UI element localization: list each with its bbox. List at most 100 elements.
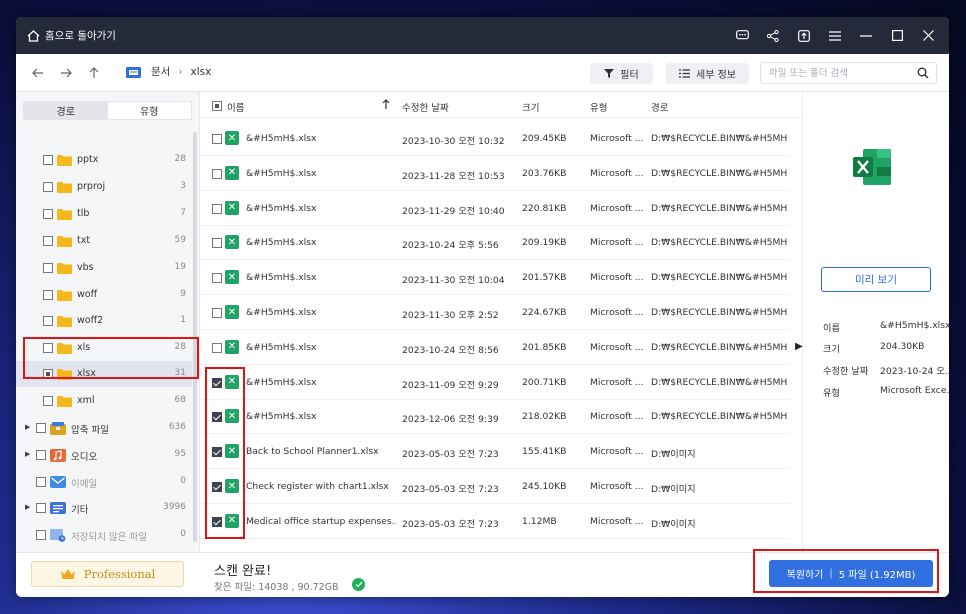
checkbox[interactable]: [43, 316, 53, 326]
table-row[interactable]: ✕ &#H5mH$.xlsx 2023-11-30 오후 2:52 224.67KB M…: [200, 295, 790, 330]
table-row[interactable]: ✕ &#H5mH$.xlsx 2023-10-30 오전 10:32 209.45KB…: [200, 121, 790, 156]
column-header-type[interactable]: 유형: [590, 100, 607, 114]
row-size: 209.19KB: [522, 237, 567, 249]
checkbox[interactable]: [43, 209, 53, 219]
row-checkbox[interactable]: [212, 482, 222, 492]
row-name: Medical office startup expenses...: [246, 515, 396, 527]
sidebar-item-prproj[interactable]: prproj 3: [16, 174, 192, 200]
sort-ascending-icon[interactable]: [382, 99, 390, 112]
collapse-panel-arrow-icon[interactable]: ▶: [795, 341, 803, 352]
professional-upgrade-button[interactable]: Professional: [31, 561, 184, 587]
search-icon[interactable]: [917, 67, 929, 79]
expand-arrow-icon[interactable]: ▶: [25, 450, 30, 458]
row-name: &#H5mH$.xlsx: [246, 237, 317, 249]
preview-button[interactable]: 미리 보기: [821, 267, 931, 292]
breadcrumb-item-xlsx[interactable]: xlsx: [191, 66, 212, 78]
row-checkbox[interactable]: [212, 516, 222, 527]
sidebar-item-unsaved[interactable]: 저장되지 않은 파일 0: [16, 522, 192, 548]
expand-arrow-icon[interactable]: ▶: [25, 503, 30, 511]
sidebar-item-pptx[interactable]: pptx 28: [16, 147, 192, 173]
column-header-name[interactable]: 이름: [227, 100, 244, 114]
table-row[interactable]: ✕ &#H5mH$.xlsx 2023-11-28 오전 10:53 203.76KB…: [200, 156, 790, 191]
menu-icon[interactable]: [828, 29, 842, 43]
column-header-size[interactable]: 크기: [522, 100, 539, 114]
row-checkbox[interactable]: [212, 377, 222, 388]
upload-icon[interactable]: [797, 29, 811, 43]
column-header-path[interactable]: 경로: [651, 100, 668, 114]
column-header-date[interactable]: 수정한 날짜: [402, 100, 449, 114]
sidebar-item-archive[interactable]: ▶ 압축 파일 636: [16, 415, 192, 441]
table-row[interactable]: ✕ &#H5mH$.xlsx 2023-10-24 오전 8:56 201.85KB M…: [200, 330, 790, 365]
minimize-icon[interactable]: [859, 29, 873, 43]
sidebar-view-toggle: 경로 유형: [23, 101, 192, 120]
sidebar-item-email[interactable]: 이메일 0: [16, 469, 192, 495]
checkbox[interactable]: [36, 503, 46, 513]
folder-icon: [57, 369, 72, 380]
checkbox[interactable]: [43, 236, 53, 246]
breadcrumb-separator: ›: [178, 65, 183, 78]
sidebar-item-woff2[interactable]: woff2 1: [16, 308, 192, 334]
row-checkbox[interactable]: [212, 412, 222, 423]
row-checkbox[interactable]: [212, 308, 222, 318]
details-button[interactable]: 세부 정보: [666, 63, 749, 84]
share-icon[interactable]: [766, 29, 780, 43]
sidebar-item-tlb[interactable]: tlb 7: [16, 201, 192, 227]
forward-arrow-icon[interactable]: [59, 66, 73, 80]
breadcrumb-item-documents[interactable]: 문서: [151, 64, 170, 79]
table-row[interactable]: ✕ &#H5mH$.xlsx 2023-11-29 오전 10:40 220.81KB…: [200, 191, 790, 226]
table-row[interactable]: ✕ &#H5mH$.xlsx 2023-11-09 오전 9:29 200.71KB M…: [200, 365, 790, 400]
checkbox[interactable]: [43, 396, 53, 406]
table-row[interactable]: ✕ Back to School Planner1.xlsx 2023-05-03 …: [200, 434, 790, 470]
checkbox[interactable]: [43, 343, 53, 353]
close-icon[interactable]: [921, 29, 935, 43]
table-row[interactable]: ✕ Check register with chart1.xlsx 2023-05-…: [200, 469, 790, 504]
row-checkbox[interactable]: [212, 168, 222, 179]
table-row[interactable]: ✕ &#H5mH$.xlsx 2023-12-06 오전 9:39 218.02KB M…: [200, 399, 790, 435]
checkbox[interactable]: [36, 477, 46, 487]
recover-button[interactable]: 복원하기 | 5 파일 (1.92MB): [769, 560, 933, 587]
sidebar-item-xlsx[interactable]: xlsx 31: [16, 361, 192, 387]
sidebar-item-txt[interactable]: txt 59: [16, 228, 192, 254]
row-path: D:₩$RECYCLE.BIN₩&#H5MH$: [651, 341, 787, 353]
sidebar-item-other[interactable]: ▶ 기타 3996: [16, 495, 192, 521]
back-arrow-icon[interactable]: [31, 66, 45, 80]
table-row[interactable]: ✕ &#H5mH$.xlsx 2023-11-30 오전 10:04 201.57KB…: [200, 260, 790, 296]
sidebar-item-count: 0: [180, 476, 186, 486]
table-row[interactable]: ✕ &#H5mH$.xlsx 2023-10-24 오후 5:56 209.19KB M…: [200, 225, 790, 261]
row-checkbox[interactable]: [212, 273, 222, 284]
row-checkbox[interactable]: [212, 342, 222, 353]
maximize-icon[interactable]: [890, 29, 904, 43]
sidebar-item-woff[interactable]: woff 9: [16, 282, 192, 308]
row-date: 2023-11-09 오전 9:29: [402, 379, 499, 391]
home-link[interactable]: 홈으로 돌아가기: [27, 28, 116, 43]
tab-path[interactable]: 경로: [24, 102, 108, 119]
checkbox[interactable]: [43, 369, 53, 379]
checkbox[interactable]: [43, 290, 53, 300]
folder-icon: [57, 396, 72, 407]
checkbox[interactable]: [43, 182, 53, 192]
sidebar-item-audio[interactable]: ▶ 오디오 95: [16, 442, 192, 468]
checkbox[interactable]: [43, 155, 53, 165]
sidebar-item-count: 3996: [163, 502, 186, 512]
checkbox[interactable]: [36, 530, 46, 540]
sidebar-item-xls[interactable]: xls 28: [16, 335, 192, 361]
sidebar-scrollbar[interactable]: [193, 132, 197, 542]
checkbox[interactable]: [36, 450, 46, 460]
checkbox[interactable]: [43, 263, 53, 273]
up-arrow-icon[interactable]: [87, 66, 101, 80]
expand-arrow-icon[interactable]: ▶: [25, 423, 30, 431]
feedback-icon[interactable]: [735, 29, 749, 43]
row-checkbox[interactable]: [212, 134, 222, 144]
tab-type[interactable]: 유형: [107, 102, 191, 119]
sidebar-item-xml[interactable]: xml 68: [16, 388, 192, 414]
row-checkbox[interactable]: [212, 447, 222, 458]
checkbox[interactable]: [36, 423, 46, 433]
row-checkbox[interactable]: [212, 203, 222, 214]
sidebar-item-vbs[interactable]: vbs 19: [16, 255, 192, 281]
search-input[interactable]: [761, 63, 911, 83]
table-row[interactable]: ✕ Medical office startup expenses... 2023-…: [200, 504, 790, 539]
row-checkbox[interactable]: [212, 238, 222, 249]
select-all-checkbox[interactable]: [212, 101, 222, 114]
filter-button[interactable]: 필터: [590, 63, 653, 84]
sidebar-item-count: 19: [174, 262, 186, 272]
